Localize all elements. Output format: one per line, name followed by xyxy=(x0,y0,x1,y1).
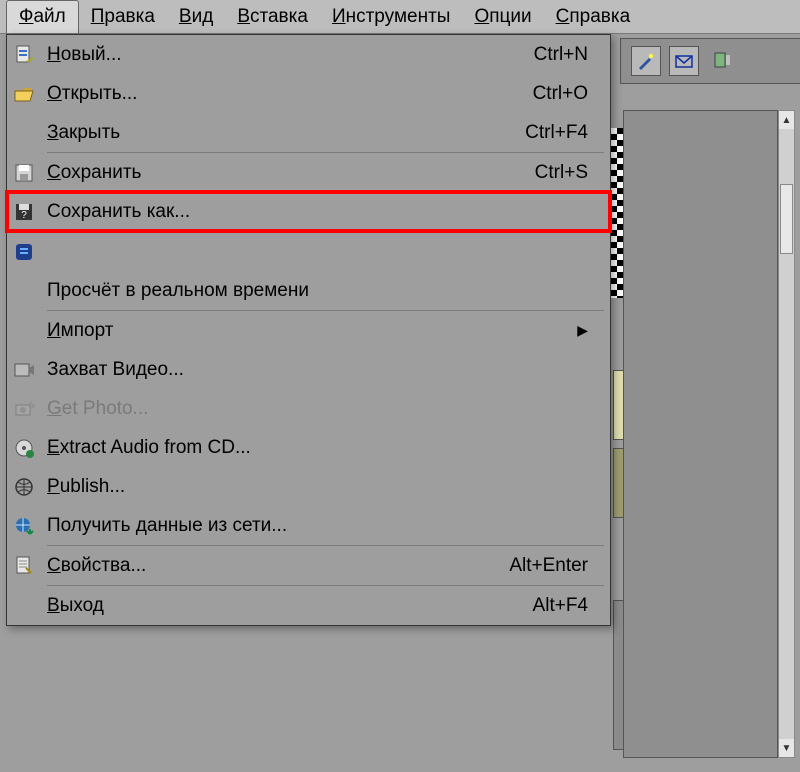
menu-item-label: Get Photo... xyxy=(41,398,588,420)
menu-item-label: Захват Видео... xyxy=(41,359,588,381)
folder-open-icon xyxy=(7,83,41,105)
menu-item-open[interactable]: Открыть... Ctrl+O xyxy=(7,74,610,113)
menu-item-publish[interactable]: Publish... xyxy=(7,467,610,506)
menu-item-label: Сохранить как... xyxy=(41,201,588,223)
wand-button[interactable] xyxy=(631,46,661,76)
video-capture-icon xyxy=(7,359,41,381)
menu-insert[interactable]: Вставка xyxy=(225,0,320,33)
file-dropdown: Новый... Ctrl+N Открыть... Ctrl+O Закрыт… xyxy=(6,34,611,626)
menu-tools[interactable]: Инструменты xyxy=(320,0,462,33)
menu-item-new[interactable]: Новый... Ctrl+N xyxy=(7,35,610,74)
submenu-arrow-icon: ▶ xyxy=(577,322,588,339)
menu-item-save[interactable]: Сохранить Ctrl+S xyxy=(7,153,610,192)
menu-item-label: Просчёт в реальном времени xyxy=(41,280,588,302)
floppy-icon xyxy=(7,162,41,184)
scroll-up-icon[interactable]: ▲ xyxy=(779,111,794,129)
menu-item-render[interactable] xyxy=(7,232,610,271)
menu-edit[interactable]: Правка xyxy=(79,0,167,33)
menu-item-label: Открыть... xyxy=(41,83,533,105)
menu-item-get-photo: Get Photo... xyxy=(7,389,610,428)
menu-item-save-as[interactable]: ? Сохранить как... xyxy=(7,192,610,231)
menu-file[interactable]: Файл xyxy=(6,0,79,33)
properties-icon xyxy=(7,555,41,577)
scroll-down-icon[interactable]: ▼ xyxy=(779,739,794,757)
menu-item-label: Закрыть xyxy=(41,122,525,144)
envelope-button[interactable] xyxy=(669,46,699,76)
menu-item-realtime[interactable]: Просчёт в реальном времени xyxy=(7,271,610,310)
cd-audio-icon xyxy=(7,437,41,459)
menu-item-get-network-data[interactable]: Получить данные из сети... xyxy=(7,506,610,545)
globe-download-icon xyxy=(7,515,41,537)
menu-item-label: Свойства... xyxy=(41,555,509,577)
floppy-question-icon: ? xyxy=(7,201,41,223)
shortcut-label: Alt+Enter xyxy=(509,555,588,577)
shortcut-label: Ctrl+S xyxy=(535,162,588,184)
menu-view[interactable]: Вид xyxy=(167,0,225,33)
menu-item-capture-video[interactable]: Захват Видео... xyxy=(7,350,610,389)
menu-options[interactable]: Опции xyxy=(462,0,543,33)
panel-toggle-button[interactable] xyxy=(707,46,737,76)
menu-item-label: Publish... xyxy=(41,476,588,498)
new-file-icon xyxy=(7,44,41,66)
render-icon xyxy=(7,241,41,263)
menu-item-exit[interactable]: Выход Alt+F4 xyxy=(7,586,610,625)
publish-icon xyxy=(7,476,41,498)
vertical-scrollbar[interactable]: ▲ ▼ xyxy=(778,110,795,758)
menu-item-label: Сохранить xyxy=(41,162,535,184)
menu-item-label: Новый... xyxy=(41,44,534,66)
scroll-track[interactable] xyxy=(779,129,794,739)
shortcut-label: Ctrl+F4 xyxy=(525,122,588,144)
menu-item-extract-audio[interactable]: Extract Audio from CD... xyxy=(7,428,610,467)
shortcut-label: Alt+F4 xyxy=(533,595,588,617)
shortcut-label: Ctrl+N xyxy=(534,44,588,66)
scroll-thumb[interactable] xyxy=(780,184,793,254)
camera-arrow-icon xyxy=(7,398,41,420)
menu-help[interactable]: Справка xyxy=(544,0,643,33)
menubar: Файл Правка Вид Вставка Инструменты Опци… xyxy=(0,0,800,34)
menu-item-properties[interactable]: Свойства... Alt+Enter xyxy=(7,546,610,585)
svg-text:?: ? xyxy=(21,210,27,221)
toolbar-right-fragment xyxy=(620,38,800,84)
menu-item-label: Получить данные из сети... xyxy=(41,515,588,537)
right-panel xyxy=(623,110,778,758)
shortcut-label: Ctrl+O xyxy=(533,83,588,105)
menu-item-label: Extract Audio from CD... xyxy=(41,437,588,459)
menu-item-import[interactable]: Импорт ▶ xyxy=(7,311,610,350)
menu-item-label: Импорт xyxy=(41,320,569,342)
menu-item-label: Выход xyxy=(41,595,533,617)
menu-item-close[interactable]: Закрыть Ctrl+F4 xyxy=(7,113,610,152)
